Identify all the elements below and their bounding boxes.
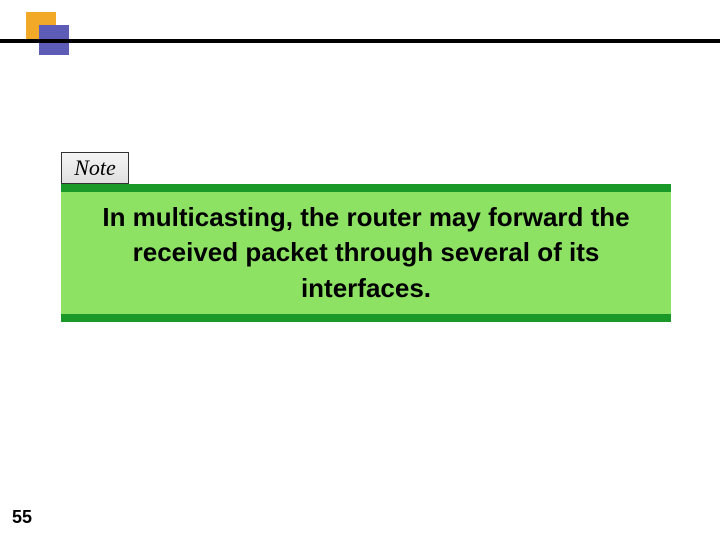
green-bar-top [61, 184, 671, 192]
note-label-box: Note [61, 152, 129, 184]
page-number: 55 [12, 507, 32, 528]
corner-decoration [0, 0, 100, 100]
horizontal-line [0, 39, 720, 43]
note-content: In multicasting, the router may forward … [91, 200, 641, 305]
note-content-box: In multicasting, the router may forward … [61, 192, 671, 314]
green-bar-bottom [61, 314, 671, 322]
note-label: Note [74, 155, 116, 181]
